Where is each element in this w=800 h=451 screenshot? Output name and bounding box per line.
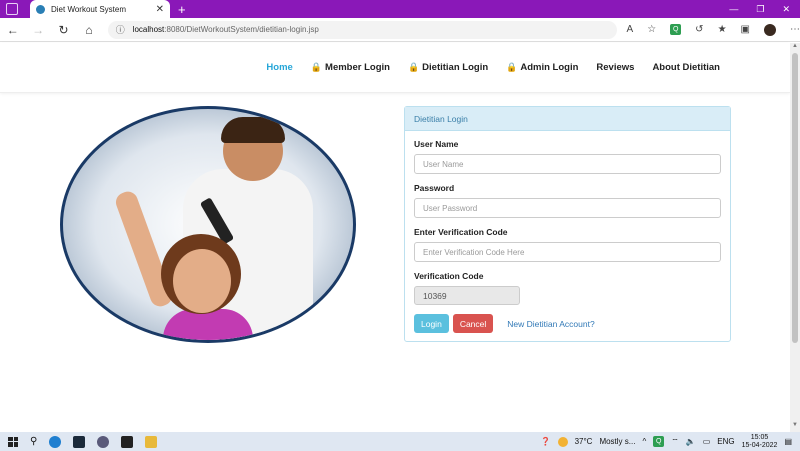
scroll-down-icon[interactable]: ▼ bbox=[790, 422, 800, 432]
page-content: Home 🔒 Member Login 🔒 Dietitian Login 🔒 Adm… bbox=[0, 43, 790, 432]
home-icon[interactable]: ⌂ bbox=[76, 23, 101, 37]
button-row: Login Cancel New Dietitian Account? bbox=[414, 314, 721, 333]
weather-temp[interactable]: 37°C bbox=[575, 437, 593, 446]
maximize-icon[interactable]: ❐ bbox=[756, 4, 764, 15]
new-tab-button[interactable]: + bbox=[178, 2, 186, 17]
tray-app-icon[interactable]: Q bbox=[653, 436, 665, 447]
profile-avatar[interactable] bbox=[763, 23, 776, 36]
search-icon[interactable]: ⚲ bbox=[30, 436, 37, 447]
favicon-icon bbox=[36, 4, 45, 14]
nav-about-dietitian[interactable]: About Dietitian bbox=[652, 62, 720, 73]
login-button[interactable]: Login bbox=[414, 314, 449, 333]
site-navbar: Home 🔒 Member Login 🔒 Dietitian Login 🔒 Adm… bbox=[0, 43, 790, 93]
password-label: Password bbox=[414, 183, 455, 193]
lock-icon: 🔒 bbox=[407, 62, 420, 72]
volume-icon[interactable]: 🔈 bbox=[686, 437, 696, 446]
forward-icon[interactable]: → bbox=[25, 23, 50, 37]
url-host: localhost bbox=[132, 25, 165, 34]
page-scrollbar[interactable]: ▲ ▼ bbox=[790, 43, 800, 432]
username-input[interactable] bbox=[414, 154, 721, 174]
more-icon[interactable]: ⋯ bbox=[790, 24, 800, 35]
favorites-icon[interactable]: ★ bbox=[718, 24, 727, 35]
nav-member-login[interactable]: 🔒 Member Login bbox=[311, 62, 390, 73]
dietitian-login-panel: Dietitian Login User Name Password Enter… bbox=[404, 106, 731, 342]
browser-tab[interactable]: Diet Workout System ✕ bbox=[30, 0, 170, 18]
help-icon[interactable]: ❓ bbox=[541, 437, 551, 446]
language-indicator[interactable]: ENG bbox=[717, 437, 734, 446]
clock[interactable]: 15:05 15-04-2022 bbox=[742, 434, 778, 450]
windows-taskbar: ⚲ ❓ 37°C Mostly s... ^ Q ⌔ 🔈 ▭ ENG 15:05… bbox=[0, 432, 800, 451]
minimize-icon[interactable]: — bbox=[729, 4, 738, 15]
verification-label: Enter Verification Code bbox=[414, 227, 508, 237]
weather-desc[interactable]: Mostly s... bbox=[599, 437, 635, 446]
verification-input[interactable] bbox=[414, 242, 721, 262]
clock-time: 15:05 bbox=[750, 433, 769, 441]
edge-icon[interactable] bbox=[49, 435, 62, 448]
notifications-icon[interactable]: ▤ bbox=[784, 437, 792, 446]
read-aloud-icon[interactable]: A bbox=[627, 24, 634, 35]
favorite-star-icon[interactable]: ☆ bbox=[647, 24, 656, 35]
password-input[interactable] bbox=[414, 198, 721, 218]
browser-titlebar: Diet Workout System ✕ + — ❐ ✕ bbox=[0, 0, 800, 18]
start-icon[interactable] bbox=[8, 436, 18, 447]
tab-title: Diet Workout System bbox=[51, 4, 126, 14]
address-toolbar: ← → ↻ ⌂ ⓘ localhost:8080/DietWorkoutSyst… bbox=[0, 18, 800, 42]
scroll-up-icon[interactable]: ▲ bbox=[790, 43, 800, 53]
username-label: User Name bbox=[414, 139, 459, 149]
code-label: Verification Code bbox=[414, 271, 484, 281]
toolbar-icons: A ☆ Q ↺ ★ ▣ ⋯ bbox=[627, 23, 800, 36]
cancel-button[interactable]: Cancel bbox=[452, 314, 494, 333]
extension-icon[interactable]: Q bbox=[670, 24, 682, 35]
terminal-icon[interactable] bbox=[73, 435, 86, 448]
scroll-thumb[interactable] bbox=[792, 53, 798, 343]
url-path: :8080/DietWorkoutSystem/dietitian-login.… bbox=[164, 25, 319, 34]
network-icon[interactable]: ⌔ bbox=[671, 437, 679, 447]
fitness-hero-image bbox=[60, 106, 356, 343]
system-tray: ❓ 37°C Mostly s... ^ Q ⌔ 🔈 ▭ ENG 15:05 1… bbox=[541, 434, 792, 450]
panel-body: User Name Password Enter Verification Co… bbox=[405, 131, 730, 341]
panel-heading: Dietitian Login bbox=[405, 107, 730, 131]
close-tab-icon[interactable]: ✕ bbox=[156, 4, 164, 15]
chevron-up-icon[interactable]: ^ bbox=[642, 437, 646, 446]
console-icon[interactable] bbox=[121, 435, 134, 448]
nav-reviews[interactable]: Reviews bbox=[596, 62, 634, 73]
close-window-icon[interactable]: ✕ bbox=[782, 4, 790, 15]
nav-dietitian-login[interactable]: 🔒 Dietitian Login bbox=[408, 62, 488, 73]
battery-icon[interactable]: ▭ bbox=[703, 437, 711, 446]
workspaces-icon[interactable] bbox=[6, 3, 18, 15]
window-controls: — ❐ ✕ bbox=[729, 4, 790, 15]
new-account-link[interactable]: New Dietitian Account? bbox=[507, 319, 594, 329]
lock-icon: 🔒 bbox=[310, 62, 323, 72]
lock-icon: 🔒 bbox=[506, 62, 518, 72]
file-explorer-icon[interactable] bbox=[145, 435, 158, 448]
collections-icon[interactable]: ▣ bbox=[741, 24, 750, 35]
url-bar[interactable]: ⓘ localhost:8080/DietWorkoutSystem/dieti… bbox=[107, 20, 617, 39]
nav-home[interactable]: Home bbox=[266, 62, 292, 73]
weather-icon bbox=[557, 436, 568, 447]
verification-code-display: 10369 bbox=[414, 286, 520, 305]
app-icon[interactable] bbox=[97, 435, 110, 448]
clock-date: 15-04-2022 bbox=[741, 441, 778, 449]
back-icon[interactable]: ← bbox=[0, 23, 25, 37]
nav-admin-login[interactable]: 🔒 Admin Login bbox=[506, 62, 578, 73]
refresh-extension-icon[interactable]: ↺ bbox=[695, 24, 703, 35]
info-icon[interactable]: ⓘ bbox=[116, 23, 125, 36]
refresh-icon[interactable]: ↻ bbox=[51, 23, 76, 37]
